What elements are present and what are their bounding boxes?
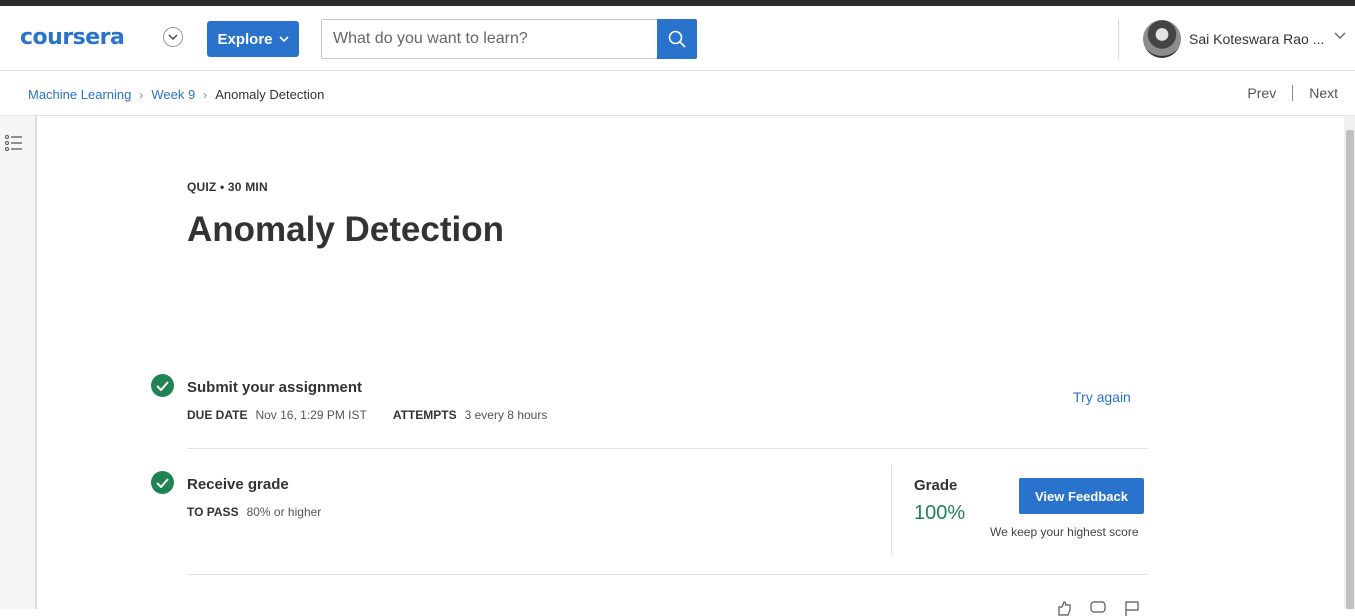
- chevron-right-icon: ›: [203, 87, 208, 102]
- page-title: Anomaly Detection: [187, 210, 504, 249]
- search-input[interactable]: [321, 19, 657, 59]
- highest-score-note: We keep your highest score: [990, 525, 1139, 539]
- thumbs-up-icon[interactable]: [1056, 600, 1072, 616]
- breadcrumb: Machine Learning › Week 9 › Anomaly Dete…: [28, 87, 324, 102]
- user-menu-chevron-icon[interactable]: [1334, 32, 1346, 40]
- next-link[interactable]: Next: [1309, 85, 1338, 101]
- due-date-label: DUE DATE: [187, 408, 248, 422]
- grade-divider: [891, 465, 892, 555]
- divider: [187, 574, 1147, 575]
- quiz-eyebrow: QUIZ • 30 MIN: [187, 180, 268, 194]
- search-button[interactable]: [657, 19, 697, 59]
- try-again-link[interactable]: Try again: [1073, 389, 1131, 405]
- username[interactable]: Sai Koteswara Rao ...: [1189, 31, 1324, 47]
- grade-label: Grade: [914, 477, 958, 494]
- scrollbar-thumb[interactable]: [1346, 130, 1354, 609]
- grade-meta: TO PASS 80% or higher: [187, 505, 321, 519]
- chat-icon[interactable]: [1090, 600, 1106, 616]
- attempts-label: ATTEMPTS: [392, 408, 457, 422]
- coursera-logo[interactable]: coursera: [20, 25, 125, 50]
- avatar[interactable]: [1143, 20, 1181, 58]
- top-navigation: coursera Explore Sai Koteswara Rao ...: [0, 6, 1355, 71]
- header-divider: [1118, 19, 1119, 59]
- assignment-meta: DUE DATE Nov 16, 1:29 PM IST ATTEMPTS 3 …: [187, 408, 547, 422]
- explore-button[interactable]: Explore: [207, 21, 299, 57]
- check-circle-icon: [151, 374, 174, 397]
- divider: [187, 448, 1147, 449]
- attempts-value: 3 every 8 hours: [464, 408, 548, 422]
- feedback-actions: [1056, 600, 1140, 616]
- to-pass-label: TO PASS: [187, 505, 239, 519]
- logo-menu-chevron-icon[interactable]: [163, 27, 183, 47]
- prev-next-nav: Prev Next: [1247, 85, 1338, 101]
- breadcrumb-current: Anomaly Detection: [215, 87, 325, 102]
- breadcrumb-week[interactable]: Week 9: [151, 87, 195, 102]
- chevron-right-icon: ›: [139, 87, 144, 102]
- explore-label: Explore: [217, 30, 273, 48]
- search-icon: [668, 30, 686, 48]
- view-feedback-button[interactable]: View Feedback: [1019, 478, 1144, 514]
- breadcrumb-course[interactable]: Machine Learning: [28, 87, 131, 102]
- prev-next-divider: [1292, 85, 1294, 101]
- check-circle-icon: [151, 471, 174, 494]
- list-outline-icon[interactable]: [5, 135, 23, 151]
- grade-value: 100%: [914, 502, 966, 524]
- due-date-value: Nov 16, 1:29 PM IST: [255, 408, 367, 422]
- receive-grade-title: Receive grade: [187, 476, 289, 493]
- prev-link[interactable]: Prev: [1247, 85, 1276, 101]
- submit-assignment-title: Submit your assignment: [187, 379, 363, 396]
- to-pass-value: 80% or higher: [246, 505, 322, 519]
- chevron-down-icon: [278, 36, 289, 42]
- flag-icon[interactable]: [1124, 600, 1140, 616]
- breadcrumb-bar: Machine Learning › Week 9 › Anomaly Dete…: [0, 72, 1355, 116]
- left-rail: [0, 116, 37, 609]
